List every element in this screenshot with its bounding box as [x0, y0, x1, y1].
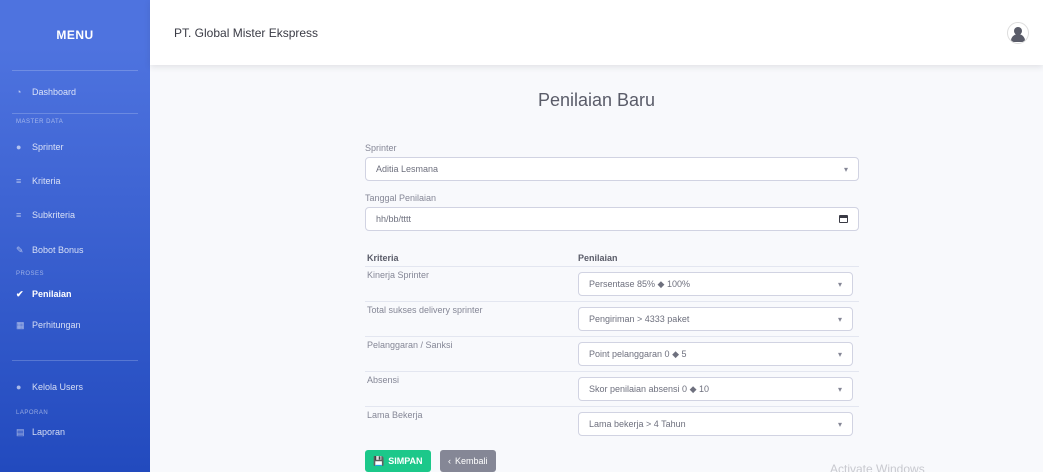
pencil-icon: ✎	[16, 244, 24, 255]
penilaian-value: Pengiriman > 4333 paket	[589, 314, 690, 324]
sidebar-item-penilaian[interactable]: ✔ Penilaian	[0, 280, 150, 308]
kriteria-label: Kinerja Sprinter	[367, 270, 430, 280]
sprinter-select[interactable]: Aditia Lesmana ▾	[365, 157, 859, 181]
chevron-down-icon: ▾	[837, 279, 842, 289]
penilaian-value: Skor penilaian absensi 0 ◆ 10	[589, 383, 709, 394]
sidebar-item-label: Laporan	[32, 427, 66, 437]
table-row-divider	[365, 406, 859, 407]
topbar: PT. Global Mister Ekspress	[150, 0, 1043, 65]
date-label: Tanggal Penilaian	[365, 193, 437, 203]
users-icon: ●	[16, 382, 22, 392]
user-icon: ●	[16, 142, 22, 152]
kriteria-label: Pelanggaran / Sanksi	[367, 340, 453, 350]
sidebar-divider	[12, 360, 138, 361]
save-button[interactable]: 💾 SIMPAN	[365, 450, 431, 472]
chevron-down-icon: ▾	[837, 314, 842, 324]
sidebar-item-laporan[interactable]: ▤ Laporan	[0, 417, 150, 447]
table-row-divider	[365, 336, 859, 337]
sidebar-item-kelola-users[interactable]: ● Kelola Users	[0, 365, 150, 409]
save-button-label: SIMPAN	[388, 456, 423, 466]
penilaian-value: Persentase 85% ◆ 100%	[589, 278, 690, 289]
sidebar-item-dashboard[interactable]: ◔ Dashboard	[0, 71, 150, 113]
main-content: Penilaian Baru Sprinter Aditia Lesmana ▾…	[150, 65, 1043, 472]
sidebar-item-label: Kriteria	[32, 176, 61, 186]
sidebar-item-label: Sprinter	[32, 142, 64, 152]
sidebar-item-label: Bobot Bonus	[32, 245, 84, 255]
kriteria-label: Lama Bekerja	[367, 410, 423, 420]
company-name: PT. Global Mister Ekspress	[174, 25, 319, 40]
chevron-left-icon: ‹	[448, 456, 451, 466]
sidebar-item-sprinter[interactable]: ● Sprinter	[0, 130, 150, 164]
sidebar-heading: PROSES	[16, 271, 45, 277]
penilaian-select[interactable]: Pengiriman > 4333 paket ▾	[578, 307, 853, 331]
chevron-down-icon: ▾	[837, 349, 842, 359]
avatar[interactable]	[1007, 22, 1029, 44]
list-icon: ≡	[16, 210, 22, 220]
chevron-down-icon: ▾	[837, 419, 842, 429]
chevron-down-icon: ▾	[837, 384, 842, 394]
user-avatar-body	[1011, 34, 1025, 42]
save-icon: 💾	[373, 455, 385, 466]
sidebar: MENU ◔ Dashboard MASTER DATA ● Sprinter …	[0, 0, 150, 472]
file-icon: ▤	[16, 426, 25, 437]
sidebar-item-bobot-bonus[interactable]: ✎ Bobot Bonus	[0, 232, 150, 268]
chevron-down-icon: ▾	[843, 164, 848, 174]
sidebar-item-label: Kelola Users	[32, 382, 84, 392]
back-button[interactable]: ‹ Kembali	[440, 450, 496, 472]
sidebar-item-label: Subkriteria	[32, 210, 76, 220]
sidebar-heading: MASTER DATA	[16, 119, 64, 125]
sidebar-item-label: Dashboard	[32, 87, 77, 97]
sidebar-brand[interactable]: MENU	[0, 0, 150, 70]
kriteria-label: Absensi	[367, 375, 400, 385]
penilaian-value: Point pelanggaran 0 ◆ 5	[589, 348, 687, 359]
back-button-label: Kembali	[455, 456, 488, 466]
calculator-icon: ▦	[16, 319, 25, 330]
penilaian-select[interactable]: Persentase 85% ◆ 100% ▾	[578, 272, 853, 296]
sidebar-item-label: Penilaian	[32, 289, 72, 299]
list-icon: ≡	[16, 176, 22, 186]
tachometer-icon: ◔	[16, 87, 22, 97]
page-title: Penilaian Baru	[537, 90, 656, 110]
kriteria-label: Total sukses delivery sprinter	[367, 305, 483, 315]
penilaian-select[interactable]: Skor penilaian absensi 0 ◆ 10 ▾	[578, 377, 853, 401]
table-row-divider	[365, 371, 859, 372]
penilaian-select[interactable]: Point pelanggaran 0 ◆ 5 ▾	[578, 342, 853, 366]
activate-windows-watermark: Activate Windows	[830, 462, 925, 472]
sprinter-label: Sprinter	[365, 143, 397, 153]
calendar-icon[interactable]	[839, 215, 848, 223]
date-placeholder: hh/bb/tttt	[376, 214, 412, 224]
sidebar-item-kriteria[interactable]: ≡ Kriteria	[0, 164, 150, 198]
check-icon: ✔	[16, 288, 24, 299]
column-header-penilaian: Penilaian	[578, 253, 618, 263]
sidebar-item-label: Perhitungan	[32, 320, 81, 330]
table-header-divider	[365, 266, 859, 267]
penilaian-select[interactable]: Lama bekerja > 4 Tahun ▾	[578, 412, 853, 436]
sidebar-heading: LAPORAN	[16, 410, 49, 416]
column-header-kriteria: Kriteria	[367, 253, 399, 263]
sidebar-item-perhitungan[interactable]: ▦ Perhitungan	[0, 308, 150, 342]
penilaian-value: Lama bekerja > 4 Tahun	[589, 419, 686, 429]
date-input[interactable]: hh/bb/tttt	[365, 207, 859, 231]
table-row-divider	[365, 301, 859, 302]
sprinter-value: Aditia Lesmana	[376, 164, 439, 174]
sidebar-item-subkriteria[interactable]: ≡ Subkriteria	[0, 198, 150, 232]
